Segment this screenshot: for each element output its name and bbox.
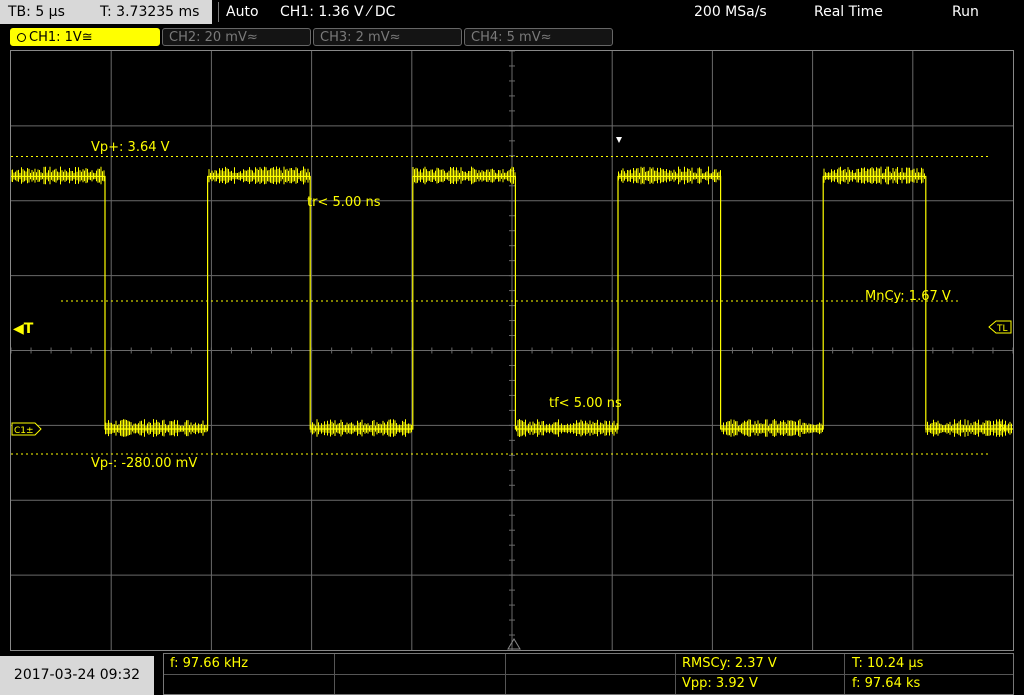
run-state-label[interactable]: Run [952,0,979,24]
vp-plus-label: Vp+: 3.64 V [91,140,170,155]
vp-minus-label: Vp-: -280.00 mV [91,456,197,471]
n-marker-label: N [999,423,1006,434]
timebase-box[interactable]: TB: 5 µs T: 3.73235 ms [0,0,212,24]
trigger-time-label: T: 3.73235 ms [100,4,200,20]
channel-indicator-icon [17,33,26,42]
waveform-display[interactable]: Vp+: 3.64 V Vp-: -280.00 mV tr< 5.00 ns … [10,50,1014,651]
trigger-position-marker[interactable]: ◀T [13,321,34,337]
sample-rate-label: 200 MSa/s [694,4,767,20]
tab-ch2-label: CH2: 20 mV≈ [169,30,258,45]
tab-ch2[interactable]: CH2: 20 mV≈ [162,28,311,46]
measurement-panel[interactable]: f: 97.66 kHz RMSCy: 2.37 V T: 10.24 µs V… [163,653,1014,695]
trigger-level-label: TL [996,324,1008,334]
divider [505,654,506,694]
divider [334,654,335,694]
tab-ch1[interactable]: CH1: 1V≅ [10,28,160,46]
status-bar: TB: 5 µs T: 3.73235 ms Auto CH1: 1.36 V … [0,0,1024,24]
trigger-point-icon [616,137,622,143]
divider [218,2,219,22]
tab-ch4[interactable]: CH4: 5 mV≈ [464,28,613,46]
measurement-period: T: 10.24 µs [852,656,924,671]
divider [675,654,676,694]
datetime-label: 2017-03-24 09:32 [0,656,154,695]
measurement-vpp: Vpp: 3.92 V [682,676,758,691]
tab-ch4-label: CH4: 5 mV≈ [471,30,552,45]
ch1-marker-label: C1± [14,426,34,436]
measurement-rms-cycle: RMSCy: 2.37 V [682,656,777,671]
tab-ch3[interactable]: CH3: 2 mV≈ [313,28,462,46]
fall-time-label: tf< 5.00 ns [549,396,622,411]
noise-band [10,166,1012,437]
divider [844,654,845,694]
acquisition-mode-label: Real Time [814,4,883,20]
ch1-offset-marker[interactable]: C1± [11,422,42,436]
timebase-label: TB: 5 µs [8,4,65,20]
ch1-trace-noise [10,166,1012,437]
trigger-mode-label[interactable]: Auto [226,0,259,24]
horizontal-center-icon [507,638,521,650]
tab-ch3-label: CH3: 2 mV≈ [320,30,401,45]
mean-cycle-label: MnCy: 1.67 V [865,289,951,304]
rise-time-label: tr< 5.00 ns [307,195,381,210]
divider [164,674,1013,675]
trigger-setting-label[interactable]: CH1: 1.36 V ⁄ DC [280,0,395,24]
trigger-level-marker[interactable]: TL [988,320,1012,334]
measurement-frequency-2: f: 97.64 ks [852,676,921,691]
tab-ch1-label: CH1: 1V≅ [29,30,93,45]
measurement-frequency: f: 97.66 kHz [170,656,249,671]
waveform-canvas: Vp+: 3.64 V Vp-: -280.00 mV tr< 5.00 ns … [10,50,1014,650]
